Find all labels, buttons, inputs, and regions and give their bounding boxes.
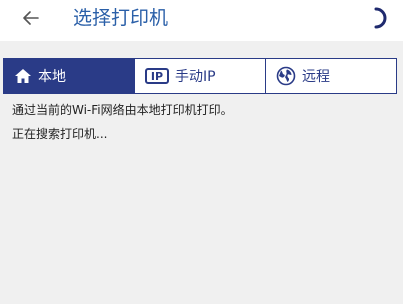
local-print-description: 通过当前的Wi-Fi网络由本地打印机打印。 <box>12 103 233 117</box>
tab-manual-ip-label: 手动IP <box>175 69 216 85</box>
ip-icon: IP <box>145 68 169 84</box>
page-title: 选择打印机 <box>73 7 169 29</box>
ip-icon-text: IP <box>145 68 169 84</box>
tab-local[interactable]: 本地 <box>4 59 134 93</box>
tab-remote-label: 远程 <box>302 69 330 85</box>
tab-local-label: 本地 <box>38 69 66 85</box>
tab-manual-ip[interactable]: IP 手动IP <box>134 59 265 93</box>
back-arrow-icon <box>23 11 39 25</box>
printer-source-tabs: 本地 IP 手动IP 远程 <box>3 58 397 94</box>
tab-remote[interactable]: 远程 <box>265 59 396 93</box>
home-icon <box>14 68 32 84</box>
loading-spinner-icon <box>374 7 387 29</box>
search-status-text: 正在搜索打印机... <box>12 127 108 141</box>
globe-icon <box>276 66 296 86</box>
app-header: 选择打印机 <box>0 0 403 41</box>
back-button[interactable] <box>16 0 46 36</box>
content-area: 通过当前的Wi-Fi网络由本地打印机打印。 正在搜索打印机... <box>0 99 403 304</box>
